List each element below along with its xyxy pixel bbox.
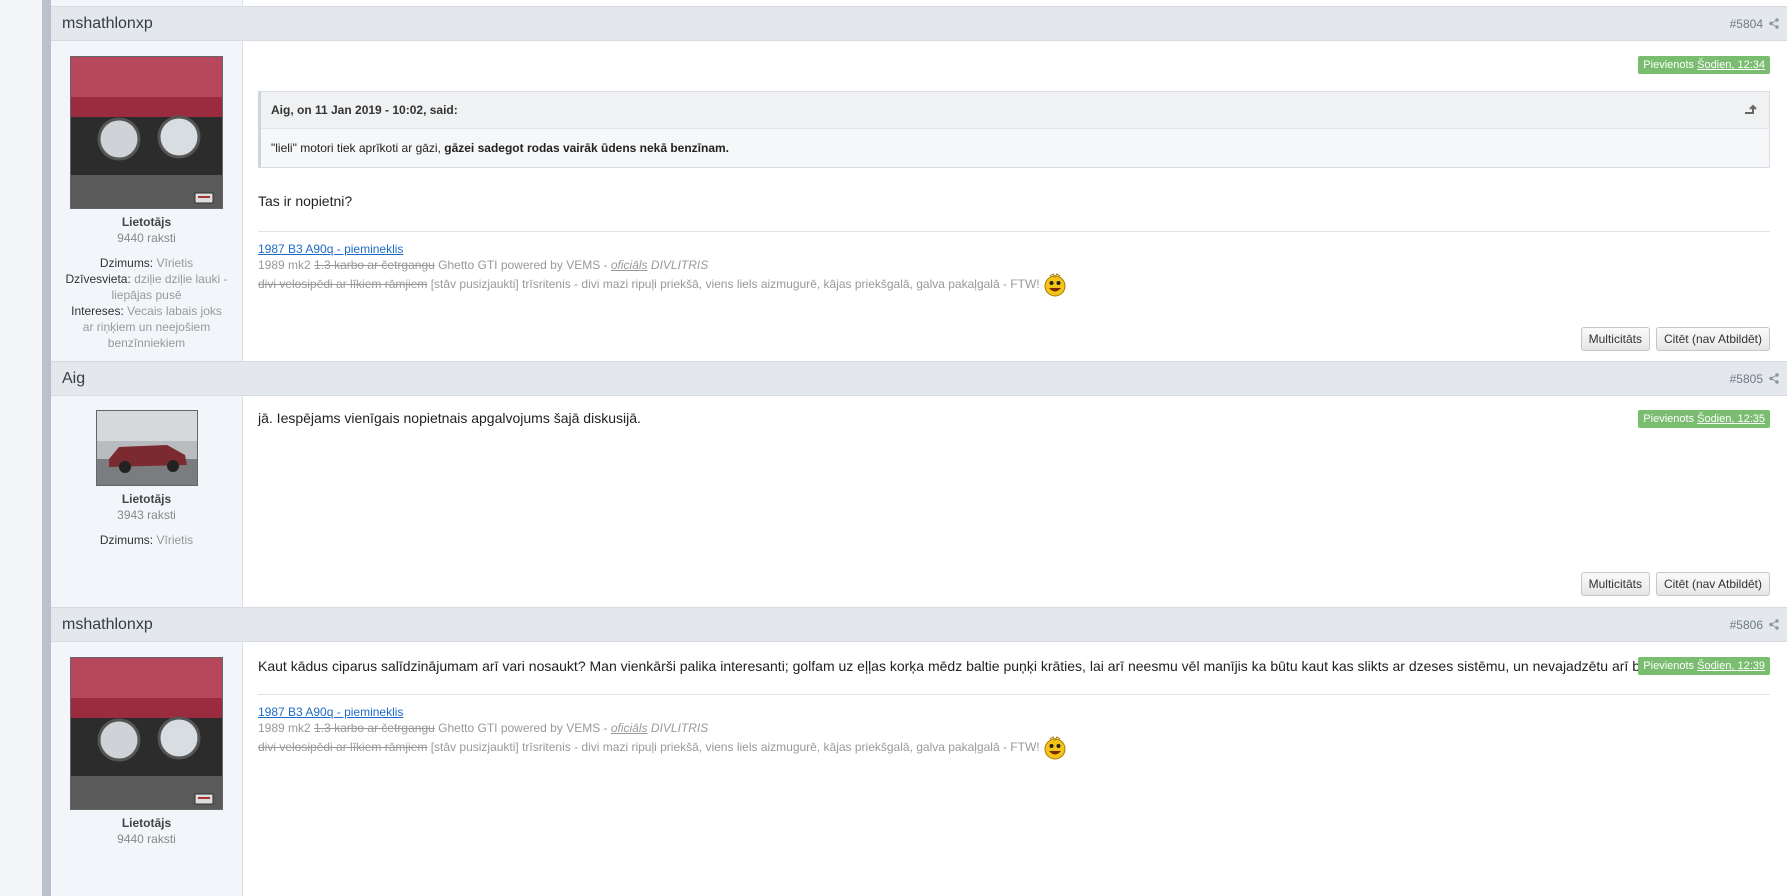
author-sidebar: Lietotājs 9440 raksti <box>51 642 243 896</box>
user-role: Lietotājs <box>121 816 172 830</box>
post-date-link[interactable]: Šodien, 12:35 <box>1697 413 1765 425</box>
field-location: Dzīvesvieta: dziļie dziļie lauki - liepā… <box>65 272 228 302</box>
post: mshathlonxp #5806 Lietotājs 9440 raksti … <box>51 607 1787 896</box>
quote-text: "lieli" motori tiek aprīkoti ar gāzi, gā… <box>271 141 730 155</box>
post-number-wrap: #5805 <box>1730 372 1779 386</box>
signature-line: 1989 mk2 1.3 karbo ar četrgangu Ghetto G… <box>258 721 709 735</box>
quote-header: Aig, on 11 Jan 2019 - 10:02, said: <box>261 92 1769 129</box>
signature-link[interactable]: 1987 B3 A90q - piemineklis <box>258 242 403 256</box>
share-icon[interactable] <box>1769 18 1779 29</box>
user-role: Lietotājs <box>121 215 172 229</box>
quote-button[interactable]: Citēt (nav Atbildēt) <box>1655 572 1770 596</box>
blockquote: Aig, on 11 Jan 2019 - 10:02, said: "liel… <box>258 91 1770 168</box>
user-avatar[interactable] <box>70 56 223 209</box>
signature-link[interactable]: 1987 B3 A90q - piemineklis <box>258 705 403 719</box>
view-quoted-post-icon[interactable] <box>1743 104 1757 116</box>
post-body: Lietotājs 9440 raksti Pievienots Šodien,… <box>51 642 1787 896</box>
post-message: Kaut kādus ciparus salīdzinājumam arī va… <box>258 658 1664 674</box>
user-avatar[interactable] <box>70 657 223 810</box>
post-header: Aig #5805 <box>51 362 1787 396</box>
left-gutter <box>0 0 43 896</box>
profile-fields: Dzimums: Vīrietis <box>51 532 242 548</box>
left-border-bar <box>42 0 51 896</box>
topic-content: mshathlonxp #5804 Lietotājs 9440 raksti … <box>51 0 1787 896</box>
field-gender: Dzimums: Vīrietis <box>99 533 194 547</box>
smiley-icon <box>1044 273 1066 297</box>
post-number-link[interactable]: #5806 <box>1730 618 1763 632</box>
user-post-count: 9440 raksti <box>117 231 176 245</box>
post-body: Lietotājs 3943 raksti Dzimums: Vīrietis … <box>51 396 1787 607</box>
post-content: Pievienots Šodien, 12:39 Kaut kādus cipa… <box>243 642 1787 896</box>
post-date-badge: Pievienots Šodien, 12:39 <box>1638 657 1770 675</box>
share-icon[interactable] <box>1769 619 1779 630</box>
post-header: mshathlonxp #5806 <box>51 608 1787 642</box>
multiquote-button[interactable]: Multicitāts <box>1580 572 1650 596</box>
signature-line: divi velosipēdi ar līkiem rāmjiem [stāv … <box>258 273 1770 297</box>
user-role: Lietotājs <box>121 492 172 506</box>
user-post-count: 3943 raksti <box>117 508 176 522</box>
post-controls: Multicitāts Citēt (nav Atbildēt) <box>1580 327 1770 351</box>
field-interests: Intereses: Vecais labais joks ar riņķiem… <box>71 304 222 350</box>
user-post-count: 9440 raksti <box>117 832 176 846</box>
user-avatar[interactable] <box>95 410 198 486</box>
author-sidebar: Lietotājs 9440 raksti Dzimums: Vīrietis … <box>51 41 243 361</box>
post-number-wrap: #5804 <box>1730 17 1779 31</box>
post-header: mshathlonxp #5804 <box>51 7 1787 41</box>
multiquote-button[interactable]: Multicitāts <box>1580 327 1650 351</box>
signature: 1987 B3 A90q - piemineklis 1989 mk2 1.3 … <box>258 231 1770 297</box>
post-content: Pievienots Šodien, 12:35 jā. Iespējams v… <box>243 396 1787 607</box>
post: Aig #5805 Lietotājs 3943 raksti Dzimums:… <box>51 361 1787 607</box>
quote-button[interactable]: Citēt (nav Atbildēt) <box>1655 327 1770 351</box>
post-number-link[interactable]: #5805 <box>1730 372 1763 386</box>
post-author[interactable]: mshathlonxp <box>62 616 153 634</box>
signature: 1987 B3 A90q - piemineklis 1989 mk2 1.3 … <box>258 694 1770 760</box>
post-author[interactable]: Aig <box>62 370 85 388</box>
post-date-badge: Pievienots Šodien, 12:34 <box>1638 56 1770 74</box>
post-content: Pievienots Šodien, 12:34 Aig, on 11 Jan … <box>243 41 1787 361</box>
field-gender: Dzimums: Vīrietis <box>99 256 194 270</box>
post-number-link[interactable]: #5804 <box>1730 17 1763 31</box>
post-date-link[interactable]: Šodien, 12:34 <box>1697 59 1765 71</box>
signature-line: divi velosipēdi ar līkiem rāmjiem [stāv … <box>258 736 1770 760</box>
post-body: Lietotājs 9440 raksti Dzimums: Vīrietis … <box>51 41 1787 361</box>
post-message: Tas ir nopietni? <box>258 193 353 209</box>
post-number-wrap: #5806 <box>1730 618 1779 632</box>
post: mshathlonxp #5804 Lietotājs 9440 raksti … <box>51 6 1787 361</box>
profile-fields: Dzimums: Vīrietis Dzīvesvieta: dziļie dz… <box>51 255 242 351</box>
share-icon[interactable] <box>1769 373 1779 384</box>
post-date-badge: Pievienots Šodien, 12:35 <box>1638 410 1770 428</box>
author-sidebar: Lietotājs 3943 raksti Dzimums: Vīrietis <box>51 396 243 607</box>
post-author[interactable]: mshathlonxp <box>62 15 153 33</box>
smiley-icon <box>1044 736 1066 760</box>
post-controls: Multicitāts Citēt (nav Atbildēt) <box>1580 572 1770 596</box>
signature-line: 1989 mk2 1.3 karbo ar četrgangu Ghetto G… <box>258 258 709 272</box>
post-message: jā. Iespējams vienīgais nopietnais apgal… <box>258 410 641 426</box>
quote-citation: Aig, on 11 Jan 2019 - 10:02, said: <box>271 103 458 117</box>
post-date-link[interactable]: Šodien, 12:39 <box>1697 660 1765 672</box>
